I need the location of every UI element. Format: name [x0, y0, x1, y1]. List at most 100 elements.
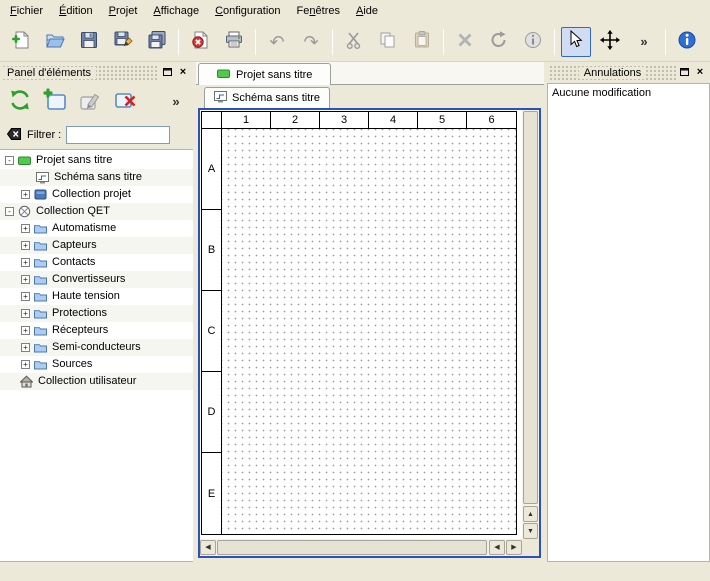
scrollbar-thumb[interactable]	[523, 111, 538, 504]
horizontal-scrollbar[interactable]: ◀ ◀ ▶	[200, 539, 522, 556]
undo-dock-titlebar[interactable]: Annulations ×	[549, 64, 708, 81]
menu-affichage[interactable]: Affichage	[145, 1, 207, 21]
menu-edition[interactable]: Édition	[51, 1, 101, 21]
folder-icon	[34, 341, 48, 354]
expand-icon[interactable]: +	[21, 360, 30, 369]
column-header-5: 5	[418, 112, 467, 128]
folder-icon	[34, 358, 48, 371]
dock-close-button[interactable]: ×	[175, 65, 191, 80]
undo-icon: ↶	[269, 33, 284, 51]
menu-configuration[interactable]: Configuration	[207, 1, 288, 21]
expand-icon[interactable]: +	[21, 224, 30, 233]
rotate-button[interactable]	[484, 27, 514, 57]
edit-element-icon	[78, 88, 102, 115]
scroll-left-button[interactable]: ◀	[200, 540, 216, 555]
tree-item-semi-conducteurs[interactable]: + Semi-conducteurs	[0, 339, 193, 356]
reload-collections-button[interactable]	[4, 85, 36, 117]
diagram-canvas[interactable]	[222, 129, 516, 534]
vertical-scrollbar[interactable]: ▲ ▼	[522, 110, 539, 539]
tree-item-protections[interactable]: + Protections	[0, 305, 193, 322]
expand-icon[interactable]: +	[21, 241, 30, 250]
expand-icon[interactable]: +	[21, 258, 30, 267]
float-window-icon	[680, 67, 689, 79]
save-all-button[interactable]	[142, 27, 172, 57]
dock-float-button[interactable]	[159, 65, 175, 80]
undo-button[interactable]: ↶	[262, 27, 292, 57]
dock-float-button[interactable]	[676, 65, 692, 80]
move-mode-button[interactable]	[595, 27, 625, 57]
tree-item-collection-utilisateur[interactable]: Collection utilisateur	[0, 373, 193, 390]
tab-schema-sans-titre[interactable]: Schéma sans titre	[204, 87, 330, 108]
about-button[interactable]	[672, 27, 702, 57]
toolbar-extension-button[interactable]: »	[629, 27, 659, 57]
qet-collection-icon	[18, 205, 32, 218]
scroll-down-button[interactable]: ▼	[523, 523, 538, 539]
filter-label: Filtrer :	[27, 129, 61, 141]
select-mode-button[interactable]	[561, 27, 591, 57]
dock-toolbar-extension-button[interactable]: »	[166, 85, 186, 117]
chevron-right-icon: »	[640, 34, 647, 49]
scroll-up-button[interactable]: ▲	[523, 506, 538, 522]
expand-icon[interactable]: +	[21, 326, 30, 335]
paste-button[interactable]	[407, 27, 437, 57]
tree-item-sources[interactable]: + Sources	[0, 356, 193, 373]
diagram-viewport: 1 2 3 4 5 6 A B C D	[200, 110, 522, 539]
tree-item-haute-tension[interactable]: + Haute tension	[0, 288, 193, 305]
ruler-corner	[202, 112, 222, 128]
tree-item-collection-qet[interactable]: - Collection QET	[0, 203, 193, 220]
save-as-button[interactable]	[108, 27, 138, 57]
print-button[interactable]	[219, 27, 249, 57]
tab-projet-sans-titre[interactable]: Projet sans titre	[198, 63, 331, 85]
save-button[interactable]	[74, 27, 104, 57]
expand-icon[interactable]: +	[21, 309, 30, 318]
cut-button[interactable]	[339, 27, 369, 57]
expand-icon[interactable]: +	[21, 343, 30, 352]
tree-item-contacts[interactable]: + Contacts	[0, 254, 193, 271]
tree-item-capteurs[interactable]: + Capteurs	[0, 237, 193, 254]
menu-aide[interactable]: Aide	[348, 1, 386, 21]
open-project-button[interactable]	[40, 27, 70, 57]
tree-item-convertisseurs[interactable]: + Convertisseurs	[0, 271, 193, 288]
undo-dock: Annulations × Aucune modification	[547, 62, 710, 562]
info-button[interactable]	[518, 27, 548, 57]
cut-icon	[344, 30, 364, 53]
copy-button[interactable]	[373, 27, 403, 57]
new-project-button[interactable]	[6, 27, 36, 57]
tree-item-label: Contacts	[52, 254, 95, 271]
undo-list-item[interactable]: Aucune modification	[548, 84, 709, 102]
row-header-a: A	[202, 129, 221, 210]
collapse-icon[interactable]: -	[5, 156, 14, 165]
menu-fichier[interactable]: Fichier	[2, 1, 51, 21]
delete-element-button[interactable]	[109, 85, 141, 117]
new-element-button[interactable]	[39, 85, 71, 117]
tree-item-recepteurs[interactable]: + Récepteurs	[0, 322, 193, 339]
schema-border: 1 2 3 4 5 6 A B C D	[201, 111, 517, 535]
delete-button[interactable]	[450, 27, 480, 57]
row-header-b: B	[202, 210, 221, 291]
expand-icon[interactable]: +	[21, 275, 30, 284]
close-file-button[interactable]	[185, 27, 215, 57]
menu-projet[interactable]: Projet	[101, 1, 146, 21]
filter-input[interactable]	[66, 126, 170, 144]
row-header-c: C	[202, 291, 221, 372]
tree-item-projet-sans-titre[interactable]: - Projet sans titre	[0, 152, 193, 169]
dock-close-button[interactable]: ×	[692, 65, 708, 80]
rotate-icon	[489, 30, 509, 53]
menu-fenetres[interactable]: Fenêtres	[289, 1, 348, 21]
elements-dock-titlebar[interactable]: Panel d'éléments ×	[2, 64, 191, 81]
mdi-area: Projet sans titre Schéma sans titre 1	[196, 62, 544, 562]
edit-element-button[interactable]	[74, 85, 106, 117]
clear-filter-button[interactable]	[6, 126, 22, 145]
toolbar-extension-button-right[interactable]: »	[706, 27, 710, 57]
tree-item-schema-sans-titre[interactable]: Schéma sans titre	[0, 169, 193, 186]
redo-button[interactable]: ↷	[296, 27, 326, 57]
scroll-right-button[interactable]: ▶	[506, 540, 522, 555]
tree-item-collection-projet[interactable]: + Collection projet	[0, 186, 193, 203]
scroll-left-button[interactable]: ◀	[489, 540, 505, 555]
column-header-6: 6	[467, 112, 516, 128]
tree-item-automatisme[interactable]: + Automatisme	[0, 220, 193, 237]
collapse-icon[interactable]: -	[5, 207, 14, 216]
expand-icon[interactable]: +	[21, 292, 30, 301]
scrollbar-thumb[interactable]	[217, 540, 487, 555]
expand-icon[interactable]: +	[21, 190, 30, 199]
